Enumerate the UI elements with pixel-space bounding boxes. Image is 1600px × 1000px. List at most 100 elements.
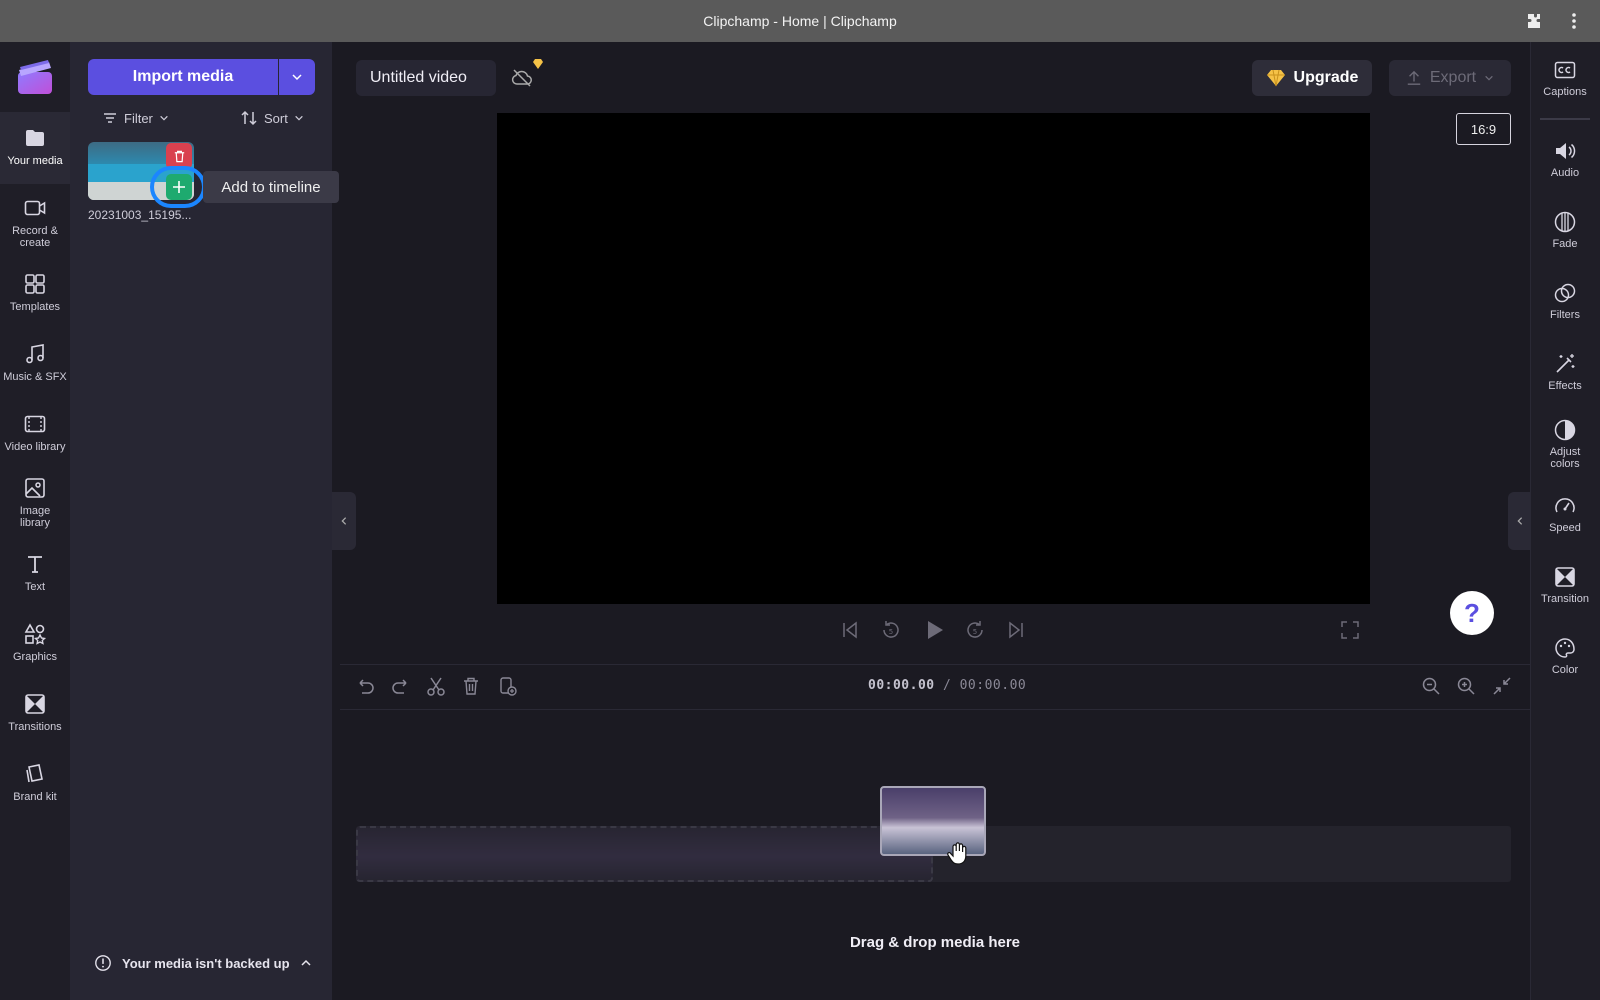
window-titlebar: Clipchamp - Home | Clipchamp xyxy=(0,0,1600,42)
panel-label: Color xyxy=(1551,664,1579,676)
nav-brand-kit[interactable]: Brand kit xyxy=(0,762,70,803)
panel-label: Audio xyxy=(1550,167,1580,179)
plus-icon xyxy=(173,181,185,193)
panel-audio[interactable]: Audio xyxy=(1530,139,1600,179)
nav-image-library[interactable]: Image library xyxy=(0,476,70,529)
zoom-out-icon[interactable] xyxy=(1420,675,1442,697)
fit-timeline-icon[interactable] xyxy=(1491,675,1513,697)
svg-text:5: 5 xyxy=(973,628,977,636)
nav-your-media[interactable]: Your media xyxy=(0,112,70,184)
aspect-ratio-button[interactable]: 16:9 xyxy=(1456,113,1511,145)
forward-5s-icon[interactable]: 5 xyxy=(963,618,987,642)
delete-icon[interactable] xyxy=(460,675,482,697)
filters-icon xyxy=(1553,281,1577,305)
panel-label: Effects xyxy=(1548,380,1582,392)
filter-icon xyxy=(104,113,116,123)
panel-label: Fade xyxy=(1552,238,1578,250)
panel-adjust-colors[interactable]: Adjust colors xyxy=(1530,418,1600,470)
extensions-icon[interactable] xyxy=(1524,11,1544,31)
undo-icon[interactable] xyxy=(354,675,376,697)
nav-graphics[interactable]: Graphics xyxy=(0,622,70,663)
nav-label: Record & create xyxy=(12,225,58,249)
nav-label: Image library xyxy=(19,505,51,529)
nav-text[interactable]: Text xyxy=(0,552,70,593)
export-button[interactable]: Export xyxy=(1389,60,1511,96)
panel-label: Adjust colors xyxy=(1549,446,1581,470)
chevron-down-icon xyxy=(160,115,168,121)
total-time: 00:00.00 xyxy=(959,678,1027,693)
nav-record-create[interactable]: Record & create xyxy=(0,196,70,249)
nav-label: Templates xyxy=(9,301,61,313)
image-icon xyxy=(23,476,47,500)
panel-transition[interactable]: Transition xyxy=(1530,565,1600,605)
nav-templates[interactable]: Templates xyxy=(0,272,70,313)
panel-captions[interactable]: Captions xyxy=(1530,58,1600,98)
skip-to-start-icon[interactable] xyxy=(838,618,862,642)
rewind-5s-icon[interactable]: 5 xyxy=(879,618,903,642)
sort-label: Sort xyxy=(264,110,288,126)
panel-label: Captions xyxy=(1543,86,1587,98)
grab-cursor-icon xyxy=(944,838,974,868)
contrast-icon xyxy=(1553,418,1577,442)
skip-to-end-icon[interactable] xyxy=(1004,618,1028,642)
collapse-properties-panel[interactable] xyxy=(1508,492,1532,550)
nav-music-sfx[interactable]: Music & SFX xyxy=(0,342,70,383)
redo-icon[interactable] xyxy=(390,675,412,697)
project-title-field[interactable]: Untitled video xyxy=(356,60,496,96)
panel-filters[interactable]: Filters xyxy=(1530,281,1600,321)
music-icon xyxy=(23,342,47,366)
fade-icon xyxy=(1553,210,1577,234)
panel-color[interactable]: Color xyxy=(1530,636,1600,676)
clip-drop-placeholder xyxy=(356,826,933,882)
upgrade-button[interactable]: Upgrade xyxy=(1252,60,1372,96)
timecode: 00:00.00 / 00:00.00 xyxy=(868,678,1026,693)
premium-gem-icon xyxy=(532,58,544,70)
add-to-timeline-button[interactable] xyxy=(166,174,192,200)
clipchamp-logo[interactable] xyxy=(16,58,54,96)
upload-icon xyxy=(1407,70,1421,85)
backup-warning[interactable]: Your media isn't backed up xyxy=(94,954,312,972)
play-icon[interactable] xyxy=(922,618,946,642)
speedometer-icon xyxy=(1553,494,1577,518)
help-button[interactable]: ? xyxy=(1450,591,1494,635)
nav-label: Transitions xyxy=(8,721,62,733)
film-icon xyxy=(23,412,47,436)
import-media-button[interactable]: Import media xyxy=(88,59,278,95)
svg-text:5: 5 xyxy=(889,628,893,636)
sort-button[interactable]: Sort xyxy=(240,106,304,130)
gem-icon xyxy=(1266,69,1285,87)
chevron-down-icon xyxy=(292,74,302,81)
zoom-in-icon[interactable] xyxy=(1455,675,1477,697)
nav-transitions[interactable]: Transitions xyxy=(0,692,70,733)
split-scissors-icon[interactable] xyxy=(425,675,447,697)
duplicate-icon[interactable] xyxy=(496,675,518,697)
import-options-button[interactable] xyxy=(279,59,315,95)
transition-icon xyxy=(1553,565,1577,589)
transition-icon xyxy=(23,692,47,716)
trash-icon xyxy=(174,150,184,162)
video-preview[interactable] xyxy=(497,113,1370,604)
panel-effects[interactable]: Effects xyxy=(1530,352,1600,392)
collapse-media-panel[interactable] xyxy=(332,492,356,550)
chevron-down-icon xyxy=(295,115,303,121)
panel-fade[interactable]: Fade xyxy=(1530,210,1600,250)
nav-label: Text xyxy=(24,581,46,593)
magic-wand-icon xyxy=(1553,352,1577,376)
fullscreen-icon[interactable] xyxy=(1338,618,1362,642)
speaker-icon xyxy=(1553,139,1577,163)
nav-video-library[interactable]: Video library xyxy=(0,412,70,453)
current-time: 00:00.00 xyxy=(868,678,935,693)
sort-icon xyxy=(241,110,257,126)
backup-warning-text: Your media isn't backed up xyxy=(122,955,290,971)
captions-icon xyxy=(1553,58,1577,82)
panel-speed[interactable]: Speed xyxy=(1530,494,1600,534)
panel-label: Filters xyxy=(1550,309,1580,321)
filter-label: Filter xyxy=(124,110,153,126)
more-options-icon[interactable] xyxy=(1564,11,1584,31)
nav-label: Your media xyxy=(7,155,63,167)
filter-button[interactable]: Filter xyxy=(102,106,169,130)
chevron-left-icon xyxy=(341,517,347,525)
camera-icon xyxy=(23,196,47,220)
export-label: Export xyxy=(1429,69,1477,86)
panel-label: Transition xyxy=(1541,593,1589,605)
